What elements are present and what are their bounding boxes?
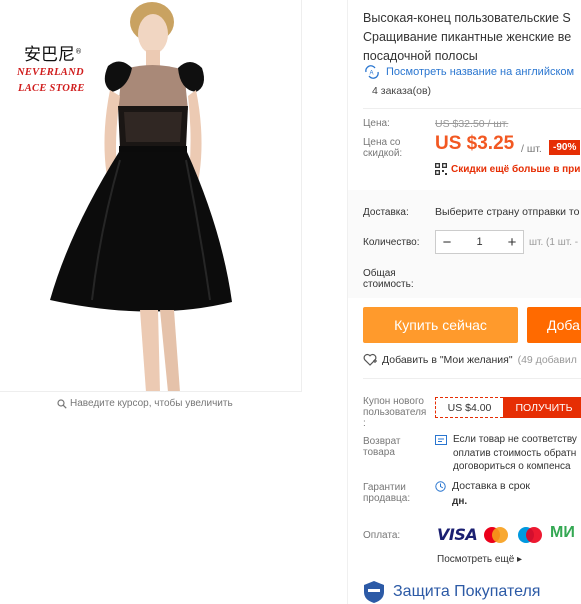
delivery-clock-icon (435, 481, 446, 492)
coupon-amount: US $4.00 (435, 397, 503, 418)
translate-icon: A (365, 65, 379, 79)
product-info-panel: Высокая-конец пользовательские S Сращива… (347, 0, 581, 604)
translate-title-link[interactable]: A Посмотреть название на английском (363, 65, 574, 79)
shield-icon (364, 581, 384, 603)
zoom-hint-text: Наведите курсор, чтобы увеличить (70, 398, 233, 409)
total-price-label-line: Общая (363, 268, 396, 279)
guarantee-label-line: Гарантии (363, 482, 406, 493)
price-unit: / шт. (521, 143, 542, 155)
product-image-panel[interactable]: 安巴尼® NEVERLAND LACE STORE (0, 0, 302, 392)
mir-logo: МИ (550, 524, 575, 541)
svg-text:A: A (370, 71, 374, 77)
coupon-label-line: Купон нового (363, 396, 424, 407)
returns-label-line: товара (363, 447, 395, 458)
heart-plus-icon (363, 353, 377, 366)
mastercard-icon (484, 527, 508, 543)
divider (363, 378, 581, 379)
zoom-hint: Наведите курсор, чтобы увеличить (57, 398, 233, 409)
get-coupon-button[interactable]: ПОЛУЧИТЬ (503, 397, 581, 418)
qr-code-icon (435, 163, 447, 175)
total-price-label: Общая стоимость: (363, 268, 414, 290)
shipping-label: Доставка: (363, 207, 409, 218)
maestro-icon (518, 527, 542, 543)
product-title-line: посадочной полосы (363, 49, 478, 63)
guarantee-days: дн. (452, 496, 468, 507)
product-title: Высокая-конец пользовательские S Сращива… (363, 9, 571, 66)
discount-badge: -90% (549, 140, 581, 155)
guarantee-text: Доставка в срок (452, 480, 531, 492)
quantity-stepper[interactable]: − 1 + (435, 230, 524, 254)
visa-logo: VISA (437, 525, 478, 544)
discount-price-label-line: скидкой: (363, 148, 403, 159)
shipping-country-select[interactable]: Выберите страну отправки то (435, 206, 579, 218)
quantity-increase-button[interactable]: + (501, 231, 523, 253)
guarantee-label-line: продавца: (363, 493, 411, 504)
orders-count: 4 заказа(ов) (372, 85, 432, 97)
returns-text-line: оплатив стоимость обратн (453, 447, 577, 459)
magnifier-icon (57, 398, 67, 409)
returns-text: Если товар не соответству оплатив стоимо… (453, 433, 577, 474)
discount-price-label-line: Цена со (363, 137, 401, 148)
translate-link-text[interactable]: Посмотреть название на английском (386, 66, 574, 78)
stock-info: шт. (1 шт. - (529, 237, 579, 248)
add-to-cart-button[interactable]: Доба (527, 307, 581, 343)
store-logo-line2: LACE STORE (18, 83, 85, 94)
wishlist-text[interactable]: Добавить в "Мои желания" (382, 354, 513, 366)
return-policy-icon (435, 435, 447, 445)
product-title-line: Высокая-конец пользовательские S (363, 11, 571, 25)
coupon-label: Купон нового пользователя : (363, 396, 426, 429)
returns-text-line: Если товар не соответству (453, 434, 577, 445)
coupon-label-line: пользователя (363, 407, 427, 418)
divider (363, 108, 581, 109)
price-label: Цена: (363, 118, 390, 129)
original-price: US $32.50 / шт. (435, 118, 509, 130)
buyer-protection[interactable]: Защита Покупателя (363, 580, 540, 604)
buyer-protection-title[interactable]: Защита Покупателя (393, 583, 540, 601)
add-to-wishlist-link[interactable]: Добавить в "Мои желания" (49 добавил (363, 353, 577, 366)
guarantee-label: Гарантии продавца: (363, 482, 410, 504)
app-discount-text[interactable]: Скидки ещё больше в при (451, 164, 580, 175)
coupon-label-line: : (363, 418, 366, 429)
quantity-decrease-button[interactable]: − (436, 231, 458, 253)
returns-label-line: Возврат (363, 436, 401, 447)
returns-text-line: договориться о компенса (453, 461, 571, 472)
store-logo-line1: NEVERLAND (17, 67, 84, 78)
total-price-label-line: стоимость: (363, 279, 414, 290)
store-logo-chinese: 安巴尼® (24, 45, 82, 65)
product-title-line: Сращивание пикантные женские ве (363, 30, 572, 44)
quantity-input[interactable]: 1 (476, 236, 482, 248)
more-payment-methods-link[interactable]: Посмотреть ещё ▸ (437, 554, 522, 565)
wishlist-count: (49 добавил (517, 353, 577, 366)
payment-label: Оплата: (363, 530, 401, 541)
discount-price-label: Цена со скидкой: (363, 137, 402, 159)
discount-price: US $3.25 (435, 133, 515, 154)
returns-label: Возврат товара (363, 436, 401, 458)
app-discount-link[interactable]: Скидки ещё больше в при (435, 163, 580, 175)
buy-now-button[interactable]: Купить сейчас (363, 307, 518, 343)
quantity-label: Количество: (363, 237, 420, 248)
